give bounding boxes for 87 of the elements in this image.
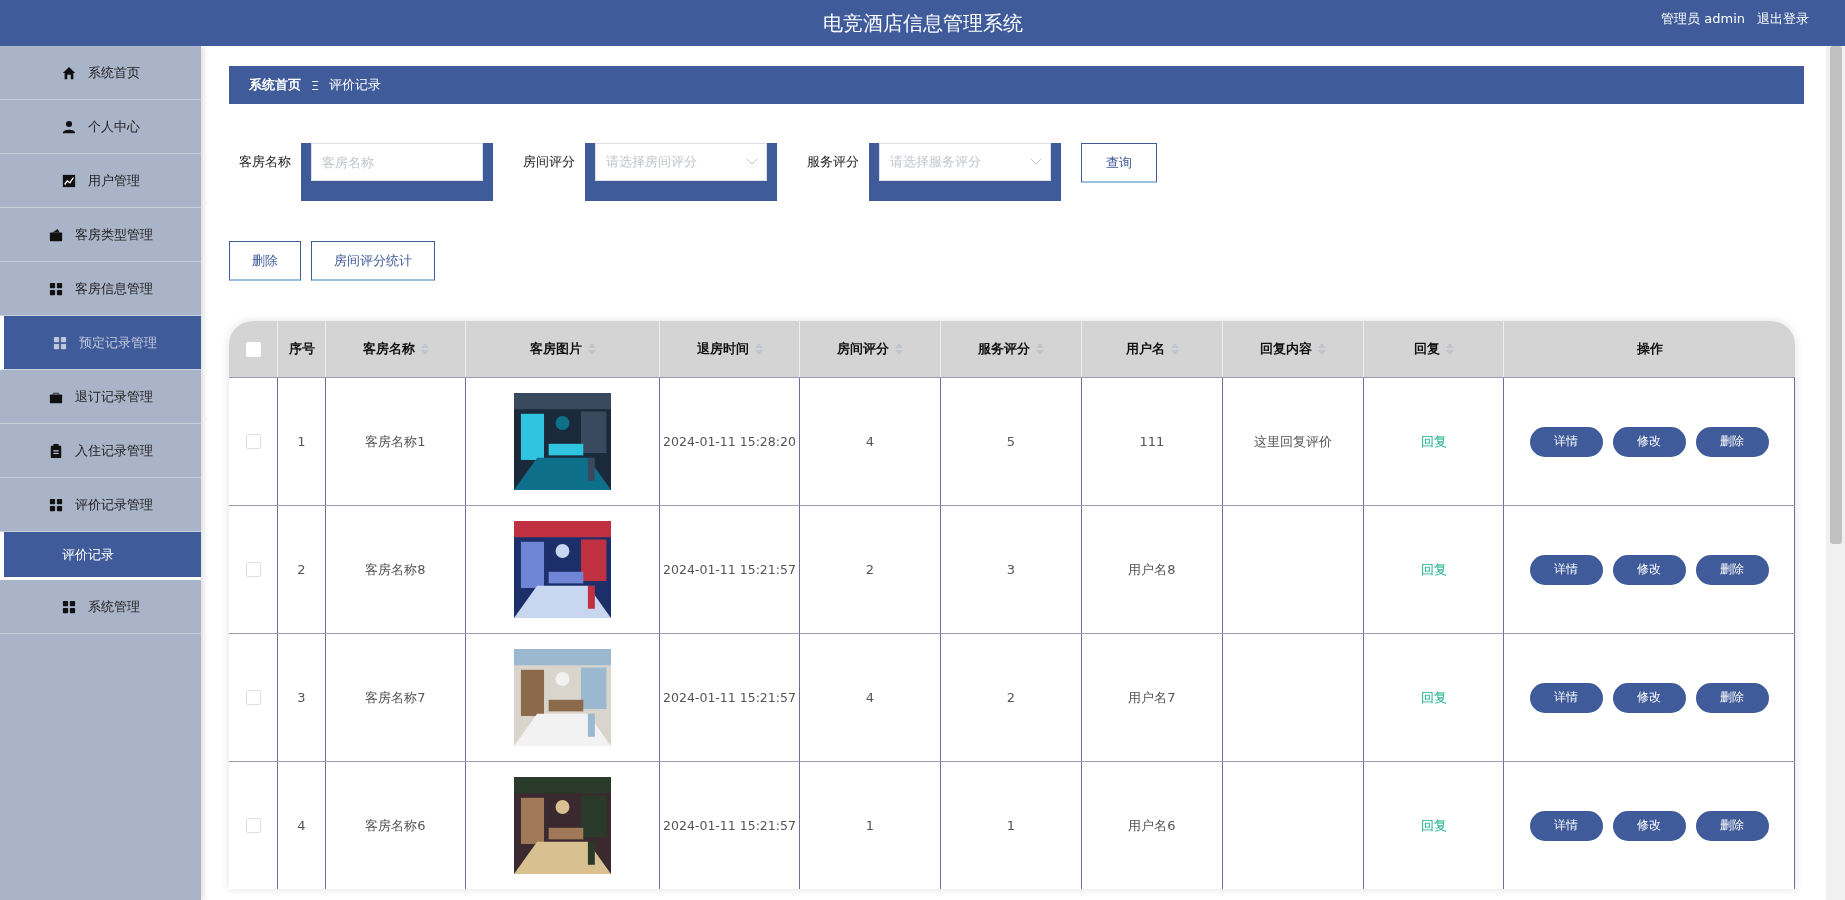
table-cell: 4	[865, 690, 875, 705]
column-header: 服务评分	[978, 340, 1030, 358]
column-header: 回复	[1413, 340, 1440, 358]
column-header: 序号	[288, 340, 315, 358]
table-cell-text: 2024-01-11 15:21:57	[662, 816, 797, 835]
filter-label: 客房名称	[239, 153, 291, 171]
table-cell: 2	[1006, 690, 1016, 705]
input-field[interactable]: 客房名称	[311, 143, 483, 181]
chevron-down-icon	[746, 158, 758, 166]
delete-button[interactable]: 删除	[229, 241, 301, 281]
filter-label: 房间评分	[523, 153, 575, 171]
edit-button[interactable]: 修改	[1612, 554, 1686, 585]
select-all-checkbox[interactable]	[245, 341, 261, 357]
table-cell-text: 2024-01-11 15:28:20	[662, 432, 797, 451]
edit-button[interactable]: 修改	[1612, 682, 1686, 713]
filter-label: 服务评分	[807, 153, 859, 171]
app-title: 电竞酒店信息管理系统	[822, 9, 1023, 37]
grid-icon	[52, 335, 67, 350]
table-cell: 4	[297, 818, 306, 833]
scrollbar[interactable]	[1826, 46, 1845, 900]
table-cell: 客房名称6	[365, 816, 426, 835]
detail-button[interactable]: 详情	[1529, 426, 1603, 457]
column-header: 用户名	[1125, 340, 1165, 358]
submenu-item[interactable]: 评价记录	[0, 532, 201, 580]
detail-button[interactable]: 详情	[1529, 810, 1603, 841]
column-header: 客房图片	[529, 340, 582, 358]
table-cell: 4	[865, 434, 875, 449]
clipboard-icon	[48, 443, 63, 458]
query-button[interactable]: 查询	[1081, 143, 1157, 183]
row-checkbox[interactable]	[245, 562, 261, 577]
table-cell: 用户名6	[1128, 816, 1176, 835]
column-header: 房间评分	[837, 340, 889, 358]
menu-item[interactable]: 预定记录管理	[0, 316, 201, 370]
table-cell: 客房名称7	[365, 688, 426, 707]
delete-button[interactable]: 删除	[1695, 554, 1769, 585]
person-icon	[61, 119, 76, 134]
column-header: 退房时间	[696, 340, 749, 358]
grid-icon	[48, 497, 63, 512]
breadcrumb-current: 评价记录	[329, 76, 382, 94]
menu-item[interactable]: 系统管理	[0, 580, 201, 634]
delete-button[interactable]: 删除	[1695, 426, 1769, 457]
table-cell: 2	[297, 562, 306, 577]
user-label: 管理员 admin	[1661, 10, 1745, 28]
table-cell: 3	[1006, 562, 1016, 577]
table-cell: 1	[1006, 818, 1016, 833]
menu-item[interactable]: 入住记录管理	[0, 424, 201, 478]
edit-button[interactable]: 修改	[1612, 810, 1686, 841]
row-checkbox[interactable]	[245, 434, 261, 449]
table-cell: 这里回复评价	[1254, 432, 1332, 451]
grid-icon	[61, 599, 76, 614]
table-cell: 3	[297, 690, 306, 705]
column-header: 操作	[1636, 340, 1663, 358]
grid-icon	[48, 281, 63, 296]
table-cell: 客房名称1	[365, 432, 426, 451]
table-cell: 5	[1006, 434, 1016, 449]
table-cell: 1	[865, 818, 875, 833]
edit-button[interactable]: 修改	[1612, 426, 1686, 457]
statistics-button[interactable]: 房间评分统计	[311, 241, 435, 281]
menu-item[interactable]: 用户管理	[0, 154, 201, 208]
table-cell-text: 2024-01-11 15:21:57	[662, 688, 797, 707]
detail-button[interactable]: 详情	[1529, 554, 1603, 585]
table-cell: 2	[865, 562, 875, 577]
logout-link[interactable]: 退出登录	[1757, 10, 1809, 28]
home-icon	[61, 65, 76, 80]
row-checkbox[interactable]	[245, 690, 261, 705]
chevron-down-icon	[1030, 158, 1042, 166]
table-cell: 用户名7	[1128, 688, 1176, 707]
scrollbar-thumb[interactable]	[1829, 46, 1842, 544]
detail-button[interactable]: 详情	[1529, 682, 1603, 713]
table-cell: 用户名8	[1128, 560, 1176, 579]
wallet-icon	[48, 227, 63, 242]
chart-icon	[61, 173, 76, 188]
table-cell: 1	[297, 434, 306, 449]
breadcrumb-separator: Ξ	[311, 77, 320, 93]
menu-item[interactable]: 退订记录管理	[0, 370, 201, 424]
table-cell: 111	[1139, 434, 1165, 449]
row-checkbox[interactable]	[245, 818, 261, 833]
column-header: 回复内容	[1260, 340, 1312, 358]
menu-item[interactable]: 客房类型管理	[0, 208, 201, 262]
table-cell: 客房名称8	[365, 560, 426, 579]
menu-item[interactable]: 个人中心	[0, 100, 201, 154]
delete-button[interactable]: 删除	[1695, 810, 1769, 841]
breadcrumb-link[interactable]: 系统首页	[249, 76, 301, 94]
menu-item[interactable]: 系统首页	[0, 46, 201, 100]
column-header: 客房名称	[362, 340, 415, 358]
delete-button[interactable]: 删除	[1695, 682, 1769, 713]
table-cell-text: 2024-01-11 15:21:57	[662, 560, 797, 579]
